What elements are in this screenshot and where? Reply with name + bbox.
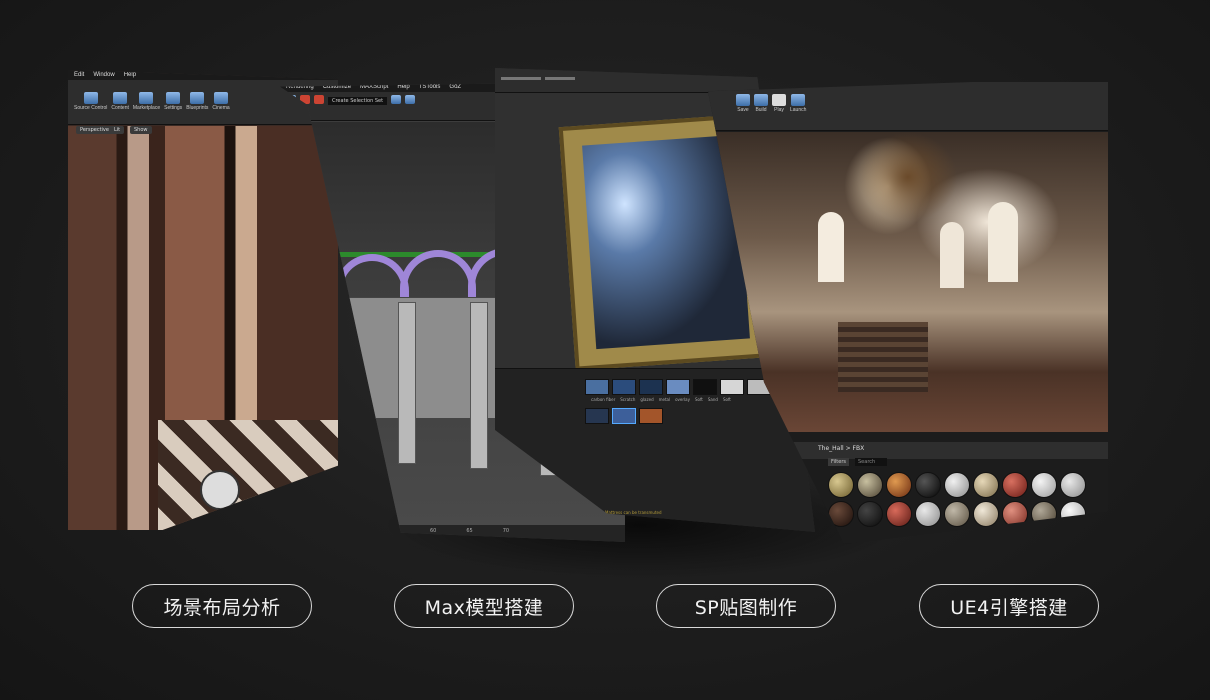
pillar-2 (470, 302, 488, 469)
save-icon (736, 94, 750, 106)
thumb-11[interactable] (639, 408, 663, 424)
sp-tool-row (495, 68, 815, 83)
thumb-1[interactable] (585, 379, 609, 395)
search-input[interactable]: Search (855, 458, 888, 466)
menu-help[interactable]: Help (397, 84, 409, 90)
material-13[interactable] (915, 501, 941, 527)
film-icon (214, 92, 229, 104)
menu-tstools[interactable]: TSTools (419, 84, 441, 90)
step-labels: 场景布局分析 Max模型搭建 SP贴图制作 UE4引擎搭建 (0, 584, 1210, 630)
angle-snap-icon[interactable] (314, 95, 324, 104)
material-thumbnails-row2 (495, 402, 815, 424)
material-8[interactable] (1031, 472, 1057, 498)
build-button[interactable]: Build (754, 94, 768, 113)
material-1[interactable] (828, 472, 854, 498)
hall-viewport[interactable] (708, 132, 1108, 432)
cinematics-button[interactable]: Cinema (212, 92, 230, 111)
pillar-1 (398, 302, 416, 464)
label-scene-layout[interactable]: 场景布局分析 (132, 584, 312, 628)
play-button[interactable]: Play (772, 94, 786, 113)
mirror-icon[interactable] (391, 95, 402, 104)
material-2[interactable] (857, 472, 883, 498)
settings-button[interactable]: Settings (164, 92, 182, 111)
scene-layout-panel: Edit Window Help Source Control Content … (68, 70, 338, 530)
material-4[interactable] (915, 472, 941, 498)
ue4-tool-row: Save Build Play Launch (708, 82, 1108, 113)
content-button[interactable]: Content (111, 92, 129, 111)
menu-help[interactable]: Help (124, 72, 136, 78)
material-11[interactable] (857, 501, 883, 527)
save-button[interactable]: Save (736, 94, 750, 113)
arched-window-2 (940, 222, 964, 288)
content-icon (113, 92, 128, 104)
align-icon[interactable] (405, 95, 416, 104)
thumb-6[interactable] (720, 379, 744, 395)
material-18[interactable] (1060, 501, 1086, 527)
arched-window-3 (988, 202, 1018, 282)
thumbnail-labels: carbon fiber Scratch glazed metal overla… (591, 397, 731, 402)
play-icon (772, 94, 786, 106)
material-9[interactable] (1060, 472, 1086, 498)
launch-icon (791, 94, 806, 106)
material-3[interactable] (886, 472, 912, 498)
material-6[interactable] (973, 472, 999, 498)
material-grid (828, 472, 1086, 527)
marketplace-icon (139, 92, 154, 104)
thumb-3[interactable] (639, 379, 663, 395)
material-15[interactable] (973, 501, 999, 527)
perspective-button[interactable]: Perspective (76, 126, 113, 134)
rotation-gizmo-icon[interactable] (200, 470, 240, 510)
grand-staircase (838, 322, 928, 392)
gear-icon (166, 92, 181, 104)
menu-goz[interactable]: GoZ (449, 84, 461, 90)
material-17[interactable] (1031, 501, 1057, 527)
material-12[interactable] (886, 501, 912, 527)
menu-window[interactable]: Window (93, 72, 114, 78)
material-5[interactable] (944, 472, 970, 498)
selection-set-dropdown[interactable]: Create Selection Set (328, 97, 388, 105)
screenshot-collage: Edit Window Help Source Control Content … (0, 0, 1210, 580)
lit-button[interactable]: Lit (110, 126, 125, 134)
material-14[interactable] (944, 501, 970, 527)
blueprints-button[interactable]: Blueprints (186, 92, 208, 111)
label-ue4-building[interactable]: UE4引擎搭建 (919, 584, 1099, 628)
menu-edit[interactable]: Edit (74, 72, 84, 78)
label-sp-texturing[interactable]: SP贴图制作 (656, 584, 836, 628)
brush-size-slider[interactable] (501, 77, 541, 80)
arched-window-1 (818, 212, 844, 282)
launch-button[interactable]: Launch (790, 94, 806, 113)
flow-slider[interactable] (545, 77, 575, 80)
build-icon (754, 94, 768, 106)
blueprint-icon (190, 92, 205, 104)
checkered-floor (158, 420, 338, 530)
marketplace-button[interactable]: Marketplace (133, 92, 160, 111)
thumb-5[interactable] (693, 379, 717, 395)
show-button[interactable]: Show (130, 126, 152, 134)
menu-bar: Edit Window Help (68, 70, 338, 80)
menu-maxscript[interactable]: MAXScript (360, 84, 388, 90)
thumb-2[interactable] (612, 379, 636, 395)
chandelier (858, 132, 958, 222)
material-7[interactable] (1002, 472, 1028, 498)
thumb-9[interactable] (585, 408, 609, 424)
source-control-button[interactable]: Source Control (74, 92, 107, 111)
thumb-4[interactable] (666, 379, 690, 395)
ue4-toolbar: Save Build Play Launch (708, 82, 1108, 131)
content-filter-row: Filters Search (828, 458, 888, 466)
label-max-modeling[interactable]: Max模型搭建 (394, 584, 574, 628)
material-16[interactable] (1002, 501, 1028, 527)
thumb-10[interactable] (612, 408, 636, 424)
filters-button[interactable]: Filters (828, 458, 849, 466)
source-control-icon (83, 92, 98, 104)
